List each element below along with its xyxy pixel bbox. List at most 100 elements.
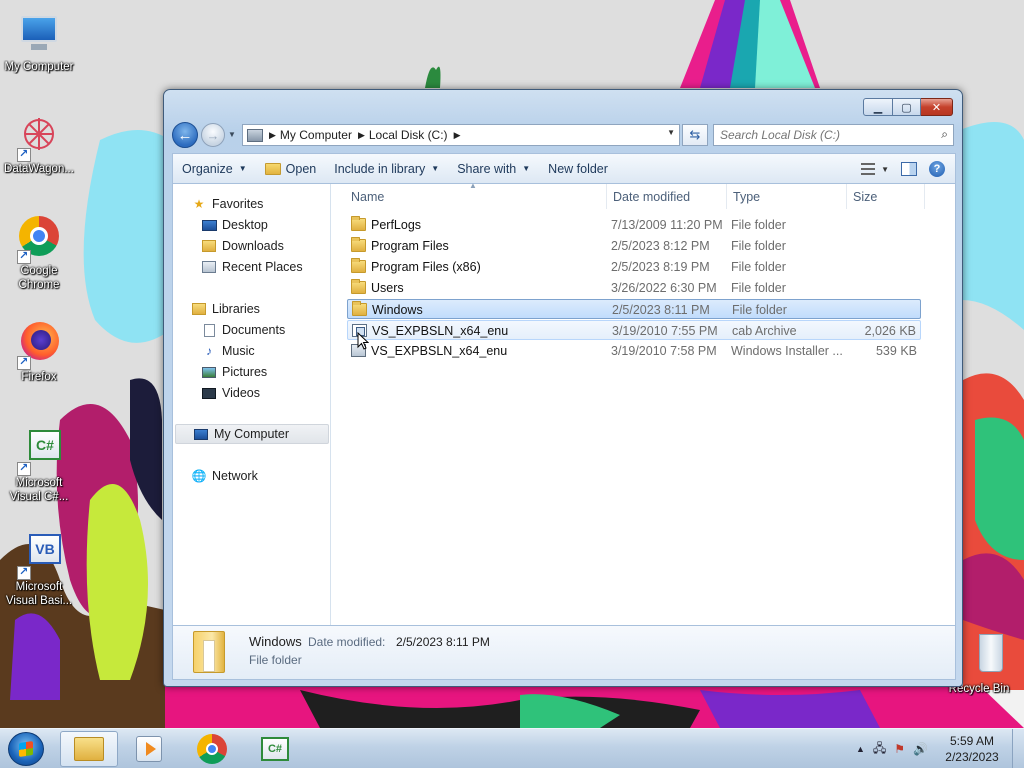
- details-item-type: File folder: [249, 653, 302, 667]
- minimize-button[interactable]: ▁: [863, 98, 893, 116]
- help-icon[interactable]: ?: [929, 161, 945, 177]
- chevron-down-icon: ▼: [238, 164, 247, 173]
- file-type: File folder: [731, 239, 786, 253]
- taskbar-explorer-button[interactable]: [60, 731, 118, 767]
- computer-small-icon: [247, 128, 263, 142]
- music-icon: ♪: [206, 344, 212, 358]
- desktop-icon-firefox[interactable]: Firefox: [0, 320, 78, 384]
- recent-pages-dropdown[interactable]: ▼: [228, 130, 236, 139]
- close-button[interactable]: ✕: [921, 98, 953, 116]
- nav-favorites[interactable]: ★ Favorites: [191, 194, 264, 214]
- file-type: cab Archive: [732, 324, 797, 338]
- visual-csharp-icon: C#: [261, 737, 289, 761]
- share-with-button[interactable]: Share with ▼: [448, 154, 539, 184]
- desktop-icon-label: My Computer: [4, 61, 74, 73]
- nav-pictures[interactable]: Pictures: [201, 362, 267, 382]
- include-in-library-button[interactable]: Include in library ▼: [325, 154, 448, 184]
- file-name: Program Files: [371, 239, 449, 253]
- nav-label: My Computer: [214, 427, 290, 441]
- include-in-library-label: Include in library: [334, 161, 426, 176]
- shortcut-arrow-icon: [17, 565, 31, 580]
- nav-label: Documents: [222, 323, 286, 337]
- clock[interactable]: 5:59 AM 2/23/2023: [936, 733, 1008, 765]
- nav-recent-places[interactable]: Recent Places: [201, 257, 303, 277]
- desktop-icon-visual-basic[interactable]: VB Microsoft Visual Basi...: [0, 530, 78, 608]
- network-tray-icon[interactable]: 🖧: [873, 739, 886, 760]
- file-row[interactable]: VS_EXPBSLN_x64_enu 3/19/2010 7:58 PM Win…: [347, 341, 921, 361]
- breadcrumb-separator-icon: ▶: [269, 129, 276, 140]
- shortcut-arrow-icon: [17, 355, 31, 370]
- caption-buttons: ▁ ▢ ✕: [863, 98, 953, 116]
- media-player-icon: [136, 736, 162, 762]
- change-view-button[interactable]: ▼: [861, 163, 889, 175]
- file-row[interactable]: PerfLogs 7/13/2009 11:20 PM File folder: [347, 215, 921, 235]
- shortcut-arrow-icon: [17, 147, 31, 162]
- file-name: Windows: [372, 303, 423, 317]
- nav-label: Recent Places: [222, 260, 303, 274]
- nav-network[interactable]: 🌐 Network: [191, 466, 258, 486]
- file-row-selected[interactable]: Windows 2/5/2023 8:11 PM File folder: [347, 299, 921, 319]
- file-type: File folder: [731, 281, 786, 295]
- search-box: ⌕: [713, 124, 954, 146]
- nav-documents[interactable]: Documents: [201, 320, 285, 340]
- details-pane: Windows Date modified: 2/5/2023 8:11 PM …: [172, 626, 956, 680]
- preview-pane-icon[interactable]: [901, 162, 917, 176]
- breadcrumb-local-disk[interactable]: Local Disk (C:): [369, 128, 448, 142]
- show-hidden-icons-button[interactable]: ▲: [856, 744, 865, 754]
- desktop-icon-visual-csharp[interactable]: C# Microsoft Visual C#...: [0, 426, 78, 504]
- address-bar[interactable]: ▶ My Computer ▶ Local Disk (C:) ▶ ▼: [242, 124, 680, 146]
- nav-libraries[interactable]: Libraries: [191, 299, 260, 319]
- nav-music[interactable]: ♪ Music: [201, 341, 255, 361]
- file-size: 539 KB: [875, 344, 917, 358]
- start-button[interactable]: [8, 732, 44, 766]
- search-icon[interactable]: ⌕: [941, 127, 948, 142]
- maximize-button[interactable]: ▢: [893, 98, 921, 116]
- details-item-name: Windows: [249, 634, 302, 649]
- search-input[interactable]: [714, 125, 924, 145]
- column-header-name[interactable]: Name: [345, 184, 607, 209]
- nav-downloads[interactable]: Downloads: [201, 236, 284, 256]
- file-date: 7/13/2009 11:20 PM: [611, 218, 723, 232]
- breadcrumb-my-computer[interactable]: My Computer: [280, 128, 352, 142]
- action-center-flag-icon[interactable]: ⚑: [894, 742, 905, 756]
- folder-icon: [351, 237, 366, 252]
- file-name: Users: [371, 281, 404, 295]
- file-row[interactable]: Program Files 2/5/2023 8:12 PM File fold…: [347, 236, 921, 256]
- column-header-size[interactable]: Size: [847, 184, 925, 209]
- file-name: VS_EXPBSLN_x64_enu: [371, 344, 508, 358]
- breadcrumb-separator-icon: ▶: [357, 129, 365, 140]
- taskbar-media-player-button[interactable]: [120, 731, 178, 767]
- nav-label: Videos: [222, 386, 260, 400]
- nav-desktop[interactable]: Desktop: [201, 215, 268, 235]
- organize-button[interactable]: Organize ▼: [173, 154, 256, 184]
- file-row[interactable]: Users 3/26/2022 6:30 PM File folder: [347, 278, 921, 298]
- new-folder-button[interactable]: New folder: [539, 154, 617, 184]
- nav-label: Downloads: [222, 239, 284, 253]
- navigation-bar: ← → ▼ ▶ My Computer ▶ Local Disk (C:) ▶ …: [172, 122, 956, 148]
- forward-button[interactable]: →: [201, 123, 225, 147]
- clock-date: 2/23/2023: [945, 750, 999, 764]
- downloads-folder-icon: [201, 239, 217, 253]
- address-dropdown-icon[interactable]: ▼: [667, 128, 675, 137]
- nav-my-computer[interactable]: My Computer: [175, 424, 329, 444]
- show-desktop-button[interactable]: [1012, 729, 1024, 768]
- file-row[interactable]: Program Files (x86) 2/5/2023 8:19 PM Fil…: [347, 257, 921, 277]
- file-date: 3/19/2010 7:55 PM: [612, 324, 718, 338]
- back-button[interactable]: ←: [172, 122, 198, 148]
- column-header-date-modified[interactable]: Date modified: [607, 184, 727, 209]
- desktop-icon-google-chrome[interactable]: Google Chrome: [0, 214, 78, 292]
- open-button[interactable]: Open: [256, 154, 326, 184]
- nav-label: Music: [222, 344, 255, 358]
- desktop-icon-my-computer[interactable]: My Computer: [0, 10, 78, 74]
- desktop-icon-datawagon[interactable]: DataWagon...: [0, 112, 78, 176]
- chevron-down-icon: ▼: [881, 164, 889, 174]
- refresh-button[interactable]: ⇆: [682, 124, 708, 146]
- taskbar-chrome-button[interactable]: [183, 731, 241, 767]
- volume-icon[interactable]: 🔊: [913, 742, 928, 756]
- nav-label: Libraries: [212, 302, 260, 316]
- column-header-type[interactable]: Type: [727, 184, 847, 209]
- file-row-hover[interactable]: VS_EXPBSLN_x64_enu 3/19/2010 7:55 PM cab…: [347, 320, 921, 340]
- taskbar-visual-csharp-button[interactable]: C#: [246, 731, 304, 767]
- nav-videos[interactable]: Videos: [201, 383, 260, 403]
- desktop-icon-label: DataWagon...: [4, 163, 74, 175]
